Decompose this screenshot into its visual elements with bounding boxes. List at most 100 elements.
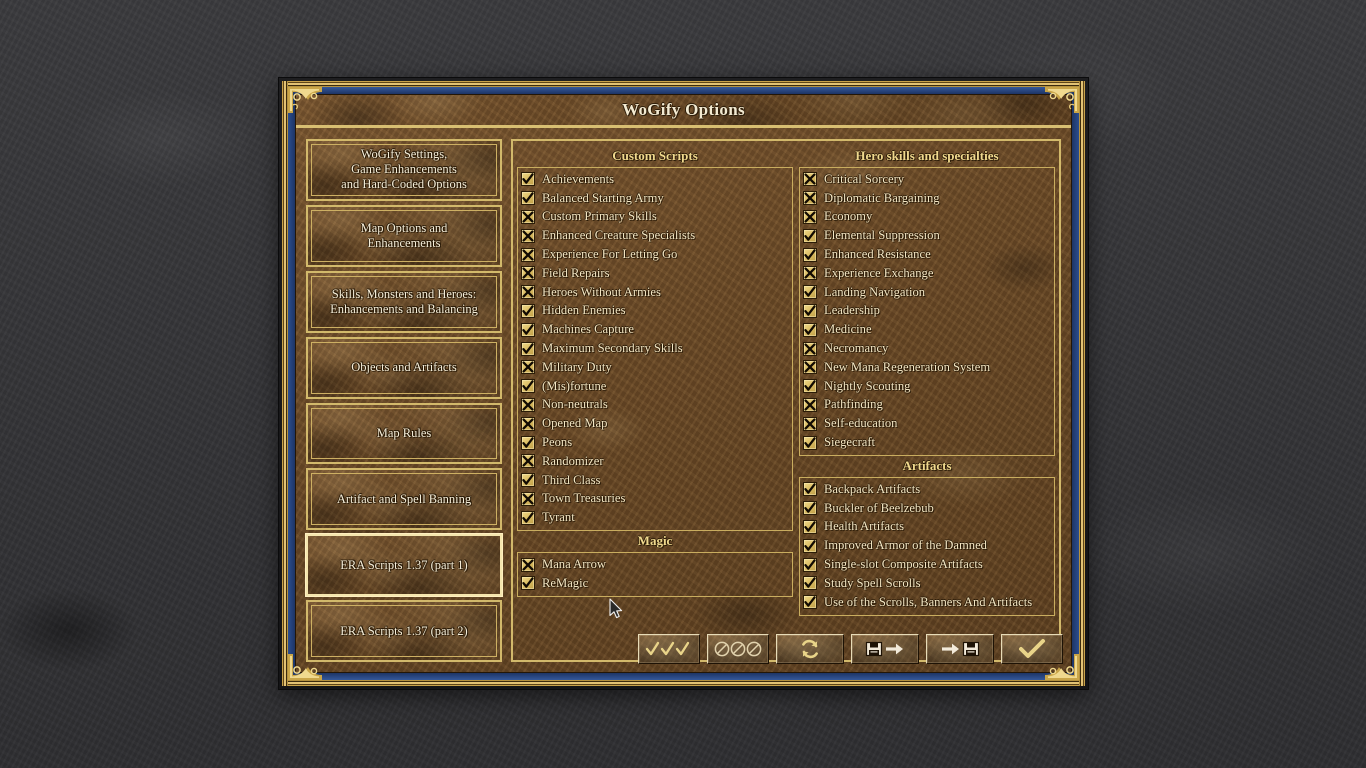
option-checkbox[interactable]: [521, 172, 535, 187]
option-checkbox[interactable]: [803, 285, 817, 300]
option-row[interactable]: Landing Navigation: [803, 283, 1051, 302]
option-row[interactable]: Single-slot Composite Artifacts: [803, 555, 1051, 574]
option-checkbox[interactable]: [521, 322, 535, 337]
option-row[interactable]: (Mis)fortune: [521, 377, 789, 396]
sidebar-tab-0[interactable]: WoGify Settings, Game Enhancements and Har…: [306, 139, 502, 201]
option-checkbox[interactable]: [521, 557, 535, 572]
option-checkbox[interactable]: [803, 172, 817, 187]
option-checkbox[interactable]: [521, 247, 535, 262]
save-button[interactable]: [851, 634, 919, 664]
option-row[interactable]: Siegecraft: [803, 433, 1051, 452]
option-row[interactable]: Hidden Enemies: [521, 302, 789, 321]
option-checkbox[interactable]: [521, 360, 535, 375]
option-row[interactable]: Necromancy: [803, 339, 1051, 358]
uncheck-all-button[interactable]: [707, 634, 769, 664]
option-row[interactable]: Opened Map: [521, 414, 789, 433]
option-checkbox[interactable]: [803, 341, 817, 356]
load-button[interactable]: [926, 634, 994, 664]
option-checkbox[interactable]: [521, 209, 535, 224]
option-checkbox[interactable]: [803, 266, 817, 281]
option-row[interactable]: Use of the Scrolls, Banners And Artifact…: [803, 593, 1051, 612]
option-row[interactable]: Balanced Starting Army: [521, 189, 789, 208]
sidebar-tab-6[interactable]: ERA Scripts 1.37 (part 1): [306, 534, 502, 597]
option-checkbox[interactable]: [803, 191, 817, 206]
option-checkbox[interactable]: [521, 576, 535, 591]
option-row[interactable]: Improved Armor of the Damned: [803, 536, 1051, 555]
option-row[interactable]: Town Treasuries: [521, 490, 789, 509]
option-checkbox[interactable]: [521, 303, 535, 318]
option-row[interactable]: Nightly Scouting: [803, 377, 1051, 396]
option-row[interactable]: Pathfinding: [803, 396, 1051, 415]
option-row[interactable]: Medicine: [803, 320, 1051, 339]
option-row[interactable]: Non-neutrals: [521, 396, 789, 415]
option-checkbox[interactable]: [521, 397, 535, 412]
option-checkbox[interactable]: [521, 491, 535, 506]
option-row[interactable]: New Mana Regeneration System: [803, 358, 1051, 377]
sidebar-tab-3[interactable]: Objects and Artifacts: [306, 336, 502, 399]
option-checkbox[interactable]: [521, 285, 535, 300]
option-checkbox[interactable]: [521, 191, 535, 206]
option-checkbox[interactable]: [521, 435, 535, 450]
option-checkbox[interactable]: [803, 519, 817, 534]
option-checkbox[interactable]: [521, 228, 535, 243]
option-row[interactable]: Maximum Secondary Skills: [521, 339, 789, 358]
option-checkbox[interactable]: [803, 397, 817, 412]
option-checkbox[interactable]: [521, 341, 535, 356]
option-checkbox[interactable]: [803, 435, 817, 450]
option-row[interactable]: Military Duty: [521, 358, 789, 377]
option-checkbox[interactable]: [803, 228, 817, 243]
sidebar-tab-1[interactable]: Map Options and Enhancements: [306, 204, 502, 267]
option-row[interactable]: Enhanced Creature Specialists: [521, 226, 789, 245]
option-row[interactable]: Randomizer: [521, 452, 789, 471]
option-checkbox[interactable]: [803, 416, 817, 431]
option-checkbox[interactable]: [803, 576, 817, 591]
option-row[interactable]: Third Class: [521, 471, 789, 490]
option-row[interactable]: Backpack Artifacts: [803, 480, 1051, 499]
option-row[interactable]: Peons: [521, 433, 789, 452]
option-row[interactable]: Critical Sorcery: [803, 170, 1051, 189]
option-row[interactable]: ReMagic: [521, 574, 789, 593]
option-row[interactable]: Health Artifacts: [803, 518, 1051, 537]
option-row[interactable]: Mana Arrow: [521, 555, 789, 574]
reset-button[interactable]: [776, 634, 844, 664]
option-checkbox[interactable]: [803, 557, 817, 572]
option-checkbox[interactable]: [803, 303, 817, 318]
option-row[interactable]: Elemental Suppression: [803, 226, 1051, 245]
option-checkbox[interactable]: [803, 595, 817, 610]
option-row[interactable]: Custom Primary Skills: [521, 208, 789, 227]
option-checkbox[interactable]: [803, 482, 817, 497]
option-checkbox[interactable]: [803, 322, 817, 337]
option-row[interactable]: Leadership: [803, 302, 1051, 321]
option-checkbox[interactable]: [521, 379, 535, 394]
option-checkbox[interactable]: [803, 379, 817, 394]
option-checkbox[interactable]: [521, 454, 535, 469]
option-row[interactable]: Economy: [803, 208, 1051, 227]
option-checkbox[interactable]: [803, 360, 817, 375]
option-checkbox[interactable]: [803, 209, 817, 224]
option-checkbox[interactable]: [803, 501, 817, 516]
ok-button[interactable]: [1001, 634, 1063, 664]
option-row[interactable]: Heroes Without Armies: [521, 283, 789, 302]
sidebar-tab-4[interactable]: Map Rules: [306, 402, 502, 465]
sidebar-tab-5[interactable]: Artifact and Spell Banning: [306, 468, 502, 531]
option-row[interactable]: Study Spell Scrolls: [803, 574, 1051, 593]
option-row[interactable]: Machines Capture: [521, 320, 789, 339]
option-checkbox[interactable]: [521, 473, 535, 488]
sidebar-tab-2[interactable]: Skills, Monsters and Heroes: Enhancements…: [306, 270, 502, 333]
option-row[interactable]: Experience Exchange: [803, 264, 1051, 283]
option-checkbox[interactable]: [521, 510, 535, 525]
option-checkbox[interactable]: [521, 266, 535, 281]
check-all-button[interactable]: [638, 634, 700, 664]
option-row[interactable]: Diplomatic Bargaining: [803, 189, 1051, 208]
option-row[interactable]: Tyrant: [521, 508, 789, 527]
option-checkbox[interactable]: [803, 538, 817, 553]
option-row[interactable]: Field Repairs: [521, 264, 789, 283]
option-row[interactable]: Self-education: [803, 414, 1051, 433]
option-row[interactable]: Experience For Letting Go: [521, 245, 789, 264]
option-row[interactable]: Buckler of Beelzebub: [803, 499, 1051, 518]
option-checkbox[interactable]: [521, 416, 535, 431]
refresh-icon: [802, 639, 818, 659]
option-row[interactable]: Achievements: [521, 170, 789, 189]
option-checkbox[interactable]: [803, 247, 817, 262]
option-row[interactable]: Enhanced Resistance: [803, 245, 1051, 264]
